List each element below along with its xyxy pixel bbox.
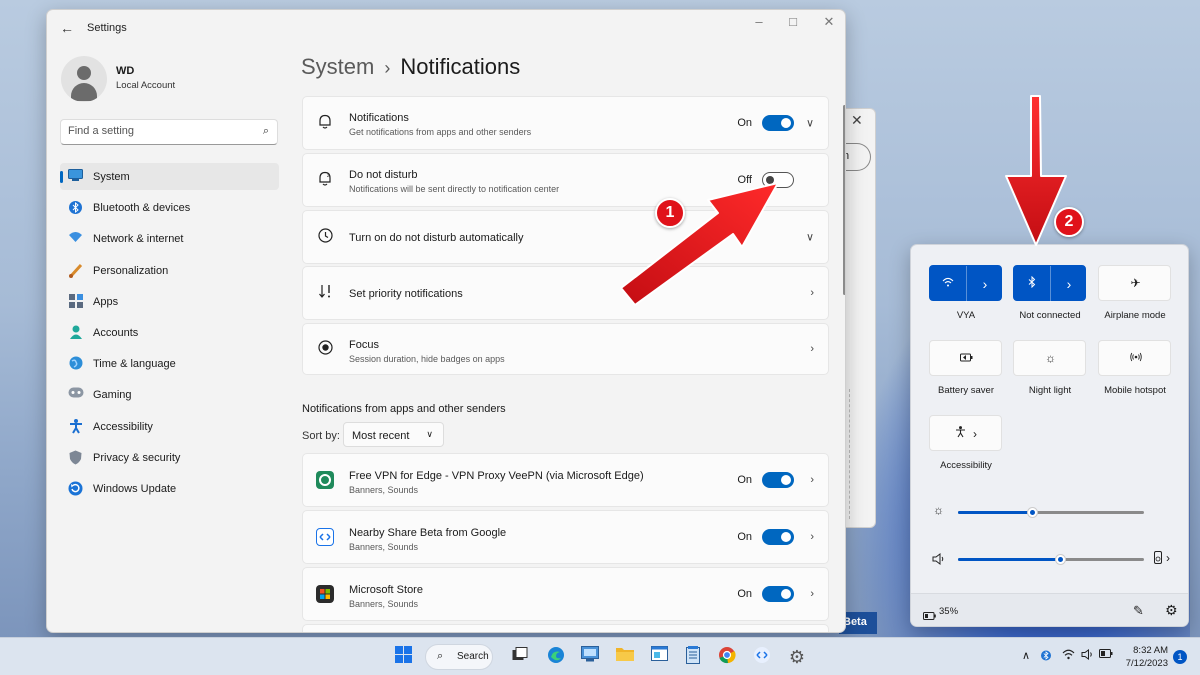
nearby-share-icon[interactable] (751, 646, 773, 668)
annotation-arrows (620, 95, 1067, 306)
file-explorer-icon[interactable] (614, 646, 636, 668)
clock-time: 8:32 AM (1133, 645, 1168, 656)
arrow-1 (620, 182, 779, 306)
taskbar-search-button[interactable]: ⌕ Search (425, 644, 493, 670)
wifi-tray-icon[interactable] (1062, 649, 1075, 663)
start-windows-icon[interactable] (392, 646, 414, 668)
taskbar: ⌕ Search ⚙ ∧ 8:32 AM 7/12/2023 1 (0, 637, 1200, 675)
task-view-icon[interactable] (509, 646, 531, 668)
bluetooth-tray-icon[interactable] (1041, 649, 1051, 665)
battery-tray-icon[interactable] (1099, 649, 1113, 661)
chevron-up-icon[interactable]: ∧ (1022, 649, 1030, 662)
notification-count-badge[interactable]: 1 (1173, 650, 1187, 664)
annotation-badge-1: 1 (655, 198, 685, 228)
search-icon: ⌕ (437, 650, 444, 662)
clock-date: 7/12/2023 (1125, 658, 1168, 669)
control-panel-icon[interactable] (579, 646, 601, 668)
settings-gear-icon[interactable]: ⚙ (786, 646, 808, 668)
edge-browser-icon[interactable] (545, 646, 567, 668)
chrome-browser-icon[interactable] (716, 646, 738, 668)
annotation-badge-2: 2 (1054, 207, 1084, 237)
app-window-icon[interactable] (648, 646, 670, 668)
search-label: Search (457, 651, 489, 662)
notepad-icon[interactable] (682, 646, 704, 668)
system-clock[interactable]: 8:32 AM 7/12/2023 (1124, 644, 1168, 670)
volume-tray-icon[interactable] (1081, 649, 1094, 663)
